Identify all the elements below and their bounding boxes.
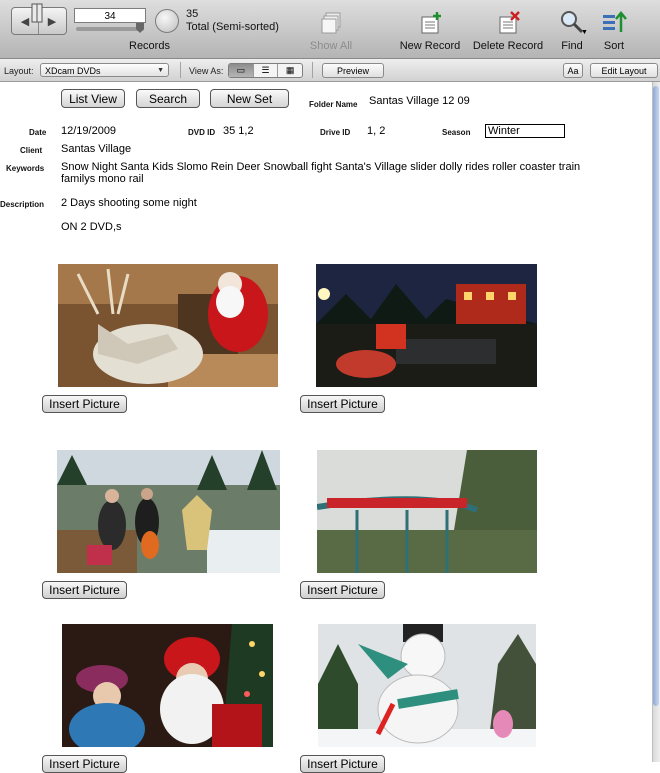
insert-picture-button[interactable]: Insert Picture	[42, 581, 127, 599]
description-label: Description	[0, 200, 45, 209]
keywords-label: Keywords	[6, 164, 45, 173]
divider	[180, 62, 181, 78]
sort-label: Sort	[603, 40, 625, 52]
photo-night-train[interactable]	[316, 264, 537, 387]
scrollbar-thumb[interactable]	[653, 86, 659, 706]
insert-picture-button[interactable]: Insert Picture	[300, 395, 385, 413]
insert-picture-button[interactable]: Insert Picture	[300, 755, 385, 773]
photo-family-walk[interactable]	[57, 450, 280, 573]
season-field[interactable]: Winter	[485, 124, 565, 138]
dvd-id-field[interactable]: 35 1,2	[223, 125, 254, 137]
drive-id-label: Drive ID	[320, 128, 351, 137]
photo-child-with-santa[interactable]	[62, 624, 273, 747]
show-all-label: Show All	[309, 40, 353, 52]
found-info: 35 Total (Semi-sorted)	[186, 8, 279, 34]
folder-name-field[interactable]: Santas Village 12 09	[369, 95, 470, 107]
search-button[interactable]: Search	[136, 89, 200, 108]
book-icon	[31, 3, 43, 23]
show-all-button[interactable]: Show All	[306, 8, 356, 56]
insert-picture-button[interactable]: Insert Picture	[42, 755, 127, 773]
new-record-icon	[421, 12, 441, 34]
insert-picture-button[interactable]: Insert Picture	[42, 395, 127, 413]
new-record-label: New Record	[399, 40, 461, 52]
preview-button[interactable]: Preview	[322, 63, 384, 78]
delete-record-button[interactable]: Delete Record	[470, 8, 546, 56]
delete-record-icon	[499, 11, 520, 34]
client-field[interactable]: Santas Village	[61, 143, 131, 155]
stack-icon	[321, 12, 341, 34]
layout-select[interactable]: XDcam DVDs ▼	[40, 63, 169, 77]
text-formatting-button[interactable]: Aa	[563, 63, 583, 78]
new-set-button[interactable]: New Set	[210, 89, 289, 108]
chevron-down-icon: ▼	[581, 29, 588, 36]
divider	[312, 62, 313, 78]
view-as-control[interactable]: ▭ ☰ ▦	[228, 63, 303, 78]
season-label: Season	[442, 128, 471, 137]
list-view-icon: ☰	[261, 65, 270, 75]
record-number-input[interactable]: 34	[74, 8, 146, 23]
form-view-icon: ▭	[236, 65, 246, 75]
list-view-button[interactable]: List View	[61, 89, 125, 108]
date-label: Date	[29, 128, 47, 137]
keywords-field[interactable]: Snow Night Santa Kids Slomo Rein Deer Sn…	[61, 161, 581, 185]
found-count: 35	[186, 8, 199, 20]
photo-santa-reindeer[interactable]	[58, 264, 278, 387]
client-label: Client	[20, 146, 43, 155]
record-slider[interactable]	[76, 27, 144, 31]
photo-roller-coaster[interactable]	[317, 450, 537, 573]
description-field-extra[interactable]: ON 2 DVD,s	[61, 221, 122, 233]
view-as-form-button[interactable]: ▭	[229, 64, 254, 77]
layout-label: Layout:	[4, 66, 34, 76]
view-as-label: View As:	[189, 66, 224, 76]
delete-record-label: Delete Record	[472, 40, 544, 52]
chevron-down-icon: ▼	[157, 67, 164, 74]
find-button[interactable]: ▼ Find	[554, 8, 590, 56]
sort-button[interactable]: Sort	[598, 8, 630, 56]
sort-icon	[603, 11, 627, 32]
edit-layout-button[interactable]: Edit Layout	[590, 63, 658, 78]
date-field[interactable]: 12/19/2009	[61, 125, 116, 137]
dvd-id-label: DVD ID	[188, 128, 216, 137]
records-label: Records	[129, 40, 170, 52]
arrow-left-icon: ◀	[20, 15, 30, 28]
view-as-table-button[interactable]: ▦	[278, 64, 302, 77]
found-status: Total (Semi-sorted)	[186, 21, 279, 33]
arrow-right-icon: ▶	[47, 15, 57, 28]
insert-picture-button[interactable]: Insert Picture	[300, 581, 385, 599]
view-as-list-button[interactable]: ☰	[254, 64, 279, 77]
new-record-button[interactable]: New Record	[397, 8, 463, 56]
found-set-pie-icon	[155, 9, 179, 33]
find-label: Find	[561, 40, 583, 52]
drive-id-field[interactable]: 1, 2	[367, 125, 385, 137]
layout-select-value: XDcam DVDs	[45, 66, 101, 76]
table-view-icon: ▦	[285, 65, 295, 75]
folder-name-label: Folder Name	[309, 100, 358, 109]
photo-snowman-statue[interactable]	[318, 624, 536, 747]
description-field[interactable]: 2 Days shooting some night	[61, 197, 197, 209]
